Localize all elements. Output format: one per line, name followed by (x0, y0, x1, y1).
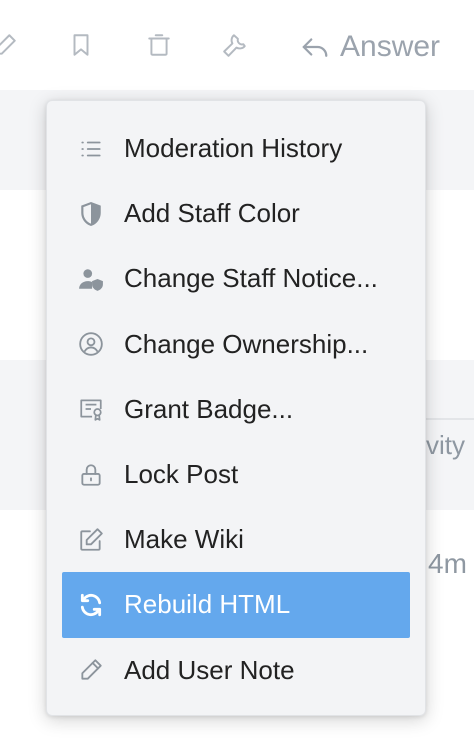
menu-item-label: Change Ownership... (124, 328, 369, 359)
menu-item-change-ownership[interactable]: Change Ownership... (62, 312, 410, 377)
menu-item-add-user-note[interactable]: Add User Note (62, 638, 410, 703)
menu-item-rebuild-html[interactable]: Rebuild HTML (62, 572, 410, 638)
activity-time: 4m (428, 548, 467, 579)
certificate-icon (76, 394, 106, 424)
menu-item-label: Add Staff Color (124, 198, 300, 229)
menu-item-label: Make Wiki (124, 524, 244, 555)
reply-icon (300, 32, 330, 62)
user-shield-icon (76, 264, 106, 294)
column-divider (418, 418, 474, 420)
menu-item-label: Grant Badge... (124, 393, 294, 424)
edit-square-icon (76, 525, 106, 555)
menu-item-label: Lock Post (124, 459, 239, 490)
menu-item-change-staff-notice[interactable]: Change Staff Notice... (62, 246, 410, 311)
answer-label: Answer (340, 30, 441, 63)
sync-icon (76, 590, 106, 620)
pencil-icon[interactable] (0, 32, 18, 58)
admin-actions-menu: Moderation History Add Staff Color Chang… (46, 100, 426, 716)
user-circle-icon (76, 329, 106, 359)
menu-item-moderation-history[interactable]: Moderation History (62, 116, 410, 181)
shield-icon (76, 199, 106, 229)
menu-item-label: Change Staff Notice... (124, 263, 378, 294)
wrench-icon[interactable] (222, 32, 248, 58)
menu-item-grant-badge[interactable]: Grant Badge... (62, 377, 410, 442)
pencil-icon (76, 655, 106, 685)
menu-item-label: Add User Note (124, 654, 295, 685)
menu-item-lock-post[interactable]: Lock Post (62, 442, 410, 507)
activity-column-header: vity (426, 430, 465, 460)
bookmark-icon[interactable] (68, 32, 94, 58)
menu-item-label: Rebuild HTML (124, 589, 291, 620)
trash-icon[interactable] (146, 32, 172, 58)
menu-item-add-staff-color[interactable]: Add Staff Color (62, 181, 410, 246)
lock-icon (76, 460, 106, 490)
list-icon (76, 134, 106, 164)
menu-item-label: Moderation History (124, 133, 343, 164)
post-controls-toolbar: Answer (0, 0, 474, 90)
menu-item-make-wiki[interactable]: Make Wiki (62, 507, 410, 572)
answer-button[interactable]: Answer (300, 22, 440, 72)
